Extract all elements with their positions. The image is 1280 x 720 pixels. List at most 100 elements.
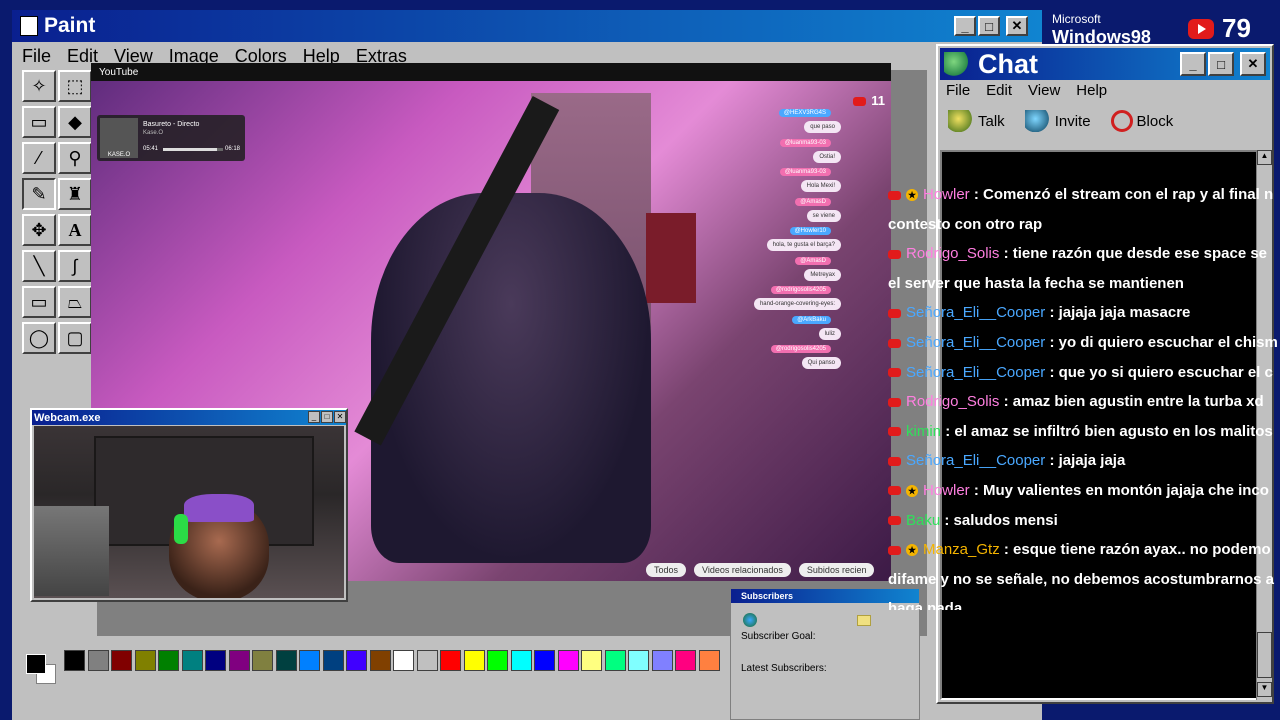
chat-text: : Muy valientes en montón jajaja che inc… — [973, 481, 1269, 499]
webcam-maximize-button[interactable]: □ — [321, 411, 333, 423]
rect-select-icon[interactable]: ⬚ — [58, 70, 92, 102]
chat-menu-file[interactable]: File — [946, 82, 970, 99]
webcam-minimize-button[interactable]: _ — [308, 411, 320, 423]
minimize-button[interactable]: _ — [954, 16, 976, 36]
maximize-button[interactable]: □ — [978, 16, 1000, 36]
tab-recent[interactable]: Subidos recien — [798, 563, 875, 577]
chat-username[interactable]: Howler — [923, 482, 970, 499]
palette-swatch[interactable] — [181, 650, 203, 671]
palette-swatch[interactable] — [346, 650, 367, 671]
fill-icon[interactable]: ◆ — [58, 106, 92, 138]
webcam-poster — [34, 506, 109, 596]
chat-text: : amaz bien agustin entre la turba xd — [1003, 393, 1264, 411]
airbrush-icon[interactable]: ✥ — [22, 214, 56, 246]
chat-minimize-button[interactable]: _ — [1180, 52, 1206, 76]
palette-swatch[interactable] — [299, 650, 320, 671]
palette-swatch[interactable] — [205, 650, 226, 671]
chat-maximize-button[interactable]: □ — [1208, 52, 1234, 76]
palette-swatch[interactable] — [675, 650, 696, 671]
chat-username[interactable]: Señora_Eli__Cooper — [906, 364, 1045, 381]
menu-file[interactable]: File — [22, 46, 51, 67]
brush-icon[interactable]: ♜ — [58, 178, 92, 210]
webcam-close-button[interactable]: ✕ — [334, 411, 346, 423]
chat-username[interactable]: Señora_Eli__Cooper — [906, 334, 1045, 351]
palette-swatch[interactable] — [158, 650, 179, 671]
scroll-thumb[interactable] — [1257, 632, 1272, 678]
line-icon[interactable]: ╲ — [22, 250, 56, 282]
chat-username[interactable]: Señora_Eli__Cooper — [906, 452, 1045, 469]
rounded-rect-icon[interactable]: ▢ — [58, 322, 92, 354]
free-select-icon[interactable]: ✧ — [22, 70, 56, 102]
chat-menu-view[interactable]: View — [1028, 82, 1060, 99]
palette-swatch[interactable] — [369, 650, 391, 671]
palette-swatch[interactable] — [510, 650, 532, 671]
chat-message: Rodrigo_Solis : amaz bien agustin entre … — [888, 387, 1280, 417]
chat-username[interactable]: kimin — [906, 423, 941, 440]
chat-message: Señora_Eli__Cooper : yo di quiero escuch… — [888, 328, 1280, 358]
chat-username[interactable]: Baku — [906, 512, 940, 529]
overlay-chat-user: @rodrigosolis4205 — [770, 286, 831, 294]
curve-icon[interactable]: ∫ — [58, 250, 92, 282]
palette-swatch[interactable] — [252, 650, 273, 671]
palette-swatch[interactable] — [393, 650, 414, 671]
palette-swatch[interactable] — [322, 650, 344, 671]
pencil-icon[interactable]: ✎ — [22, 178, 56, 210]
polygon-icon[interactable]: ⏢ — [58, 286, 92, 318]
star-badge-icon: ★ — [906, 544, 918, 557]
chat-text: : Comenzó el stream con el rap y al fina… — [973, 186, 1274, 203]
chat-text: : yo di quiero escuchar el chism — [1049, 333, 1278, 351]
ellipse-icon[interactable]: ◯ — [22, 322, 56, 354]
palette-swatch[interactable] — [487, 650, 508, 671]
chat-username[interactable]: Manza_Gtz — [923, 541, 1000, 558]
scroll-up-button[interactable]: ▲ — [1257, 150, 1272, 165]
chat-menu-edit[interactable]: Edit — [986, 82, 1012, 99]
palette-swatch[interactable] — [463, 650, 485, 671]
palette-swatch[interactable] — [64, 650, 85, 671]
invite-button[interactable]: Invite — [1024, 110, 1091, 132]
chat-message: ★ Manza_Gtz : esque tiene razón ayax.. no… — [888, 535, 1280, 565]
palette-swatch[interactable] — [651, 650, 673, 671]
palette-swatch[interactable] — [416, 650, 438, 671]
chat-text: : tiene razón que desde ese space se — [1003, 245, 1268, 263]
tab-related[interactable]: Videos relacionados — [694, 563, 791, 577]
palette-swatch[interactable] — [87, 650, 109, 671]
paint-titlebar: Paint — [12, 10, 1042, 42]
chat-menu-help[interactable]: Help — [1076, 82, 1107, 99]
chat-title: Chat — [978, 48, 1038, 79]
palette-swatch[interactable] — [228, 650, 250, 671]
palette-swatch[interactable] — [628, 650, 649, 671]
scroll-down-button[interactable]: ▼ — [1257, 682, 1272, 697]
close-button[interactable]: ✕ — [1006, 16, 1028, 36]
foreground-color[interactable] — [26, 654, 46, 674]
youtube-icon — [888, 516, 901, 526]
overlay-chat-text: Metreyax — [804, 268, 841, 281]
chat-close-button[interactable]: ✕ — [1240, 52, 1266, 76]
chat-message: ★ Howler : Comenzó el stream con el rap y… — [888, 180, 1280, 210]
current-colors[interactable] — [22, 650, 62, 692]
palette-swatch[interactable] — [604, 650, 626, 671]
webcam-titlebar: Webcam.exe — [32, 410, 346, 425]
text-icon[interactable]: A — [58, 214, 92, 246]
palette-swatch[interactable] — [134, 650, 156, 671]
tab-all[interactable]: Todos — [646, 563, 687, 577]
palette-swatch[interactable] — [534, 650, 555, 671]
windows98-logo: Microsoft Windows98 — [1052, 10, 1151, 46]
magnifier-icon[interactable]: ⚲ — [58, 142, 92, 174]
palette-swatch[interactable] — [581, 650, 602, 671]
chat-username[interactable]: Señora_Eli__Cooper — [906, 304, 1045, 321]
chat-username[interactable]: Rodrigo_Solis — [906, 245, 999, 262]
talk-button[interactable]: Talk — [948, 110, 1005, 132]
chat-username[interactable]: Rodrigo_Solis — [906, 393, 999, 410]
palette-swatch[interactable] — [111, 650, 132, 671]
palette-swatch[interactable] — [557, 650, 579, 671]
overlay-chat-text: Hola Mexi! — [800, 180, 841, 192]
palette-swatch[interactable] — [698, 650, 720, 671]
eraser-icon[interactable]: ▭ — [22, 106, 56, 138]
eyedropper-icon[interactable]: ⁄ — [22, 142, 56, 174]
block-button[interactable]: Block — [1110, 110, 1173, 132]
chat-username[interactable]: Howler — [923, 186, 970, 203]
palette-swatch[interactable] — [440, 650, 461, 671]
palette-swatch[interactable] — [275, 650, 297, 671]
chat-message: Señora_Eli__Cooper : jajaja jaja — [888, 446, 1280, 476]
rectangle-icon[interactable]: ▭ — [22, 286, 56, 318]
